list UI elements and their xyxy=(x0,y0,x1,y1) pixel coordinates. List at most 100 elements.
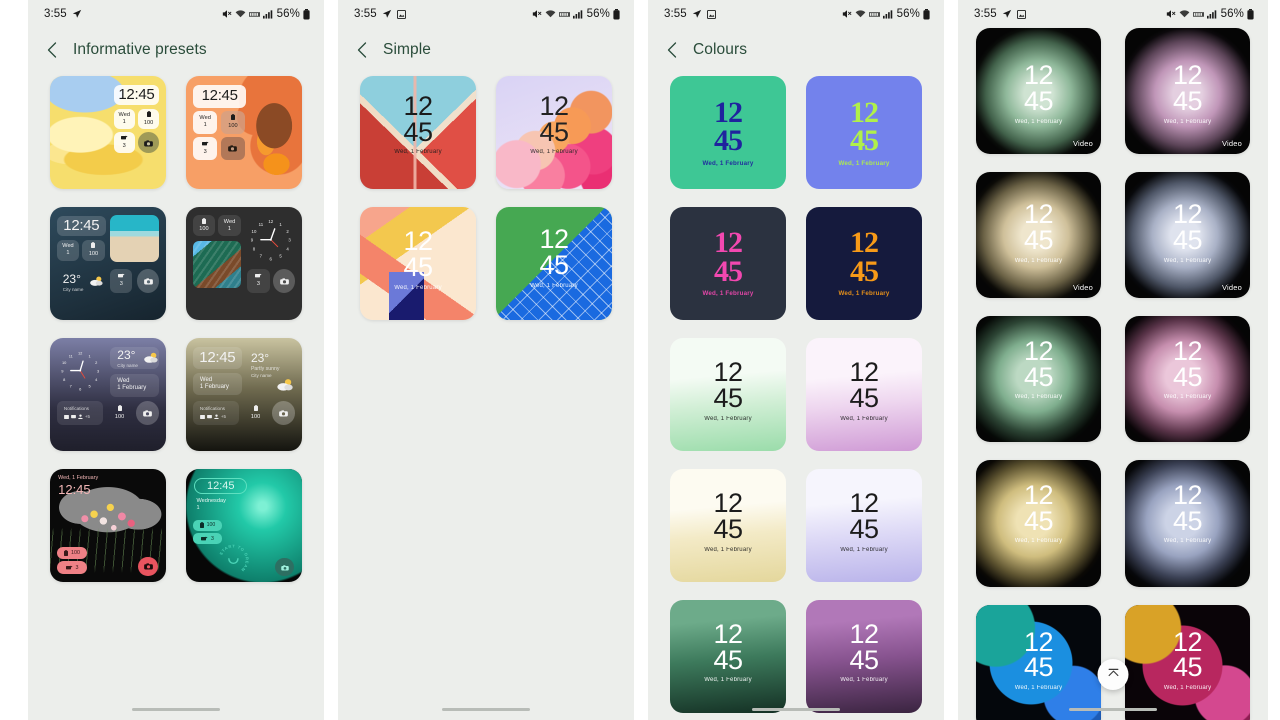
battery-glyph-icon xyxy=(117,404,122,414)
wallpaper-tile-yellow-swirl-preset[interactable]: 12:45 Wed 1 100 3 xyxy=(50,76,166,189)
wallpaper-tile-peach-diagonal-wallpaper[interactable]: 12 45 Wed, 1 February xyxy=(360,206,476,320)
svg-text:6: 6 xyxy=(270,256,273,261)
status-bar: 3:55 56% xyxy=(28,0,324,28)
camera-icon xyxy=(143,404,152,422)
wallpaper-tile-green-blue-grid-wallpaper[interactable]: 12 45 Wed, 1 February xyxy=(496,206,612,320)
preset-temperature: 23° xyxy=(117,347,136,362)
preset-day-number: 1 xyxy=(203,122,207,129)
preset-battery: 100 xyxy=(143,119,154,126)
battery-percent: 56% xyxy=(586,8,610,20)
phone-screen-featured: 3:55 56% Featured xyxy=(958,0,1268,720)
network-icon xyxy=(868,9,880,19)
wallpaper-tile-black-flowers-preset[interactable]: Wed, 1 February 12:45 100 3 xyxy=(50,468,166,582)
wallpaper-tile-beach-blue-preset[interactable]: 12:45 Wed 1 100 23° City name 3 xyxy=(50,206,166,320)
svg-text:11: 11 xyxy=(69,353,73,358)
circular-ring-text: START TO DREAM xyxy=(216,543,251,577)
screenshot-strip: 3:55 56% Informative presets 12:45 Wed 1… xyxy=(0,0,1280,720)
wallpaper-tile-dark-green-gradient-wallpaper[interactable]: 12 45 Wed, 1 February xyxy=(670,599,786,713)
status-time: 3:55 xyxy=(44,8,67,20)
wallpaper-tile-periwinkle-gradient-wallpaper[interactable]: 12 45 Wed, 1 February xyxy=(806,468,922,582)
wallpaper-tile-cyan-bubbles-wallpaper[interactable]: 12 45 Wed, 1 February xyxy=(976,604,1101,720)
wallpaper-tile-orange-dog-preset[interactable]: 12:45 Wed 1 100 3 xyxy=(186,76,302,189)
video-badge: Video xyxy=(1072,283,1093,293)
wallpaper-tile-green-orb-wallpaper[interactable]: 12 45 Wed, 1 February xyxy=(976,316,1101,443)
preset-time: 12:45 xyxy=(63,216,100,234)
wallpaper-tile-black-teal-orb-preset[interactable]: 12:45 Wednesday 1 100 3 START TO DREAM xyxy=(186,468,302,582)
preset-time: 12:45 xyxy=(118,85,155,103)
svg-text:11: 11 xyxy=(259,222,264,227)
signal-icon xyxy=(1206,9,1217,19)
mute-icon xyxy=(532,9,542,19)
preset-city: City name xyxy=(62,287,84,293)
status-bar: 3:55 56% xyxy=(958,0,1268,28)
svg-text:1: 1 xyxy=(280,222,283,227)
svg-text:START TO DREAM: START TO DREAM xyxy=(218,544,250,574)
scroll-to-top-button[interactable] xyxy=(1097,659,1129,690)
preset-day-number: 1 xyxy=(227,225,232,232)
wallpaper-tile-green-orb-video-wallpaper[interactable]: 12 45 Wed, 1 February Video xyxy=(976,28,1101,155)
preset-temperature: 23° xyxy=(250,351,270,366)
wallpaper-tile-steel-orb-video-wallpaper[interactable]: 12 45 Wed, 1 February Video xyxy=(1125,172,1250,299)
preset-day-label: Wed xyxy=(118,111,130,118)
back-button[interactable] xyxy=(44,42,59,58)
battery-icon xyxy=(923,8,930,20)
preset-time: 12:45 xyxy=(207,479,235,492)
camera-icon xyxy=(144,134,153,152)
status-bar: 3:55 56% xyxy=(648,0,944,28)
preset-time: 12:45 xyxy=(201,86,238,104)
wallpaper-tile-pink-orb-wallpaper[interactable]: 12 45 Wed, 1 February xyxy=(1125,316,1250,443)
preset-day-number: 1 xyxy=(122,118,126,125)
wallpaper-tile-olive-weather-preset[interactable]: 12:45 23° Partly sunny City name Wed 1 F… xyxy=(186,337,302,451)
wallpaper-tile-teal-red-roof-wallpaper[interactable]: 12 45 Wed, 1 February xyxy=(360,76,476,189)
wallpaper-tile-sand-orb-video-wallpaper[interactable]: 12 45 Wed, 1 February Video xyxy=(976,172,1101,299)
wallpaper-tile-lilac-gradient-wallpaper[interactable]: 12 45 Wed, 1 February xyxy=(806,337,922,451)
back-button[interactable] xyxy=(664,42,679,58)
navigation-arrow-icon xyxy=(1002,9,1012,19)
wallpaper-tile-magenta-bubbles-wallpaper[interactable]: 12 45 Wed, 1 February xyxy=(1125,604,1250,720)
page-title: Simple xyxy=(383,41,431,58)
wallpaper-tile-cream-gradient-wallpaper[interactable]: 12 45 Wed, 1 February xyxy=(670,468,786,582)
battery-percent: 56% xyxy=(896,8,920,20)
svg-text:3: 3 xyxy=(289,238,292,243)
wallpaper-tile-plum-gradient-wallpaper[interactable]: 12 45 Wed, 1 February xyxy=(806,599,922,713)
chevron-left-icon xyxy=(357,42,367,58)
notification-glyph-icon xyxy=(254,273,262,281)
analog-clock-face: 12 1 2 3 45 6 78 9 10 11 xyxy=(247,216,295,263)
battery-glyph-icon xyxy=(201,217,206,227)
wallpaper-tile-mint-gradient-wallpaper[interactable]: 12 45 Wed, 1 February xyxy=(670,337,786,451)
wallpaper-tile-navy-orange-colour-wallpaper[interactable]: 12 45 Wed, 1 February xyxy=(806,206,922,320)
wallpaper-tile-purple-analog-weather-preset[interactable]: 12 1 2 345 678 9 10 11 23° City name Wed… xyxy=(50,337,166,451)
svg-text:10: 10 xyxy=(252,229,257,234)
wallpaper-tile-periwinkle-lime-colour-wallpaper[interactable]: 12 45 Wed, 1 February xyxy=(806,76,922,189)
preset-battery: 100 xyxy=(250,413,261,420)
preset-day-block: Wednesday 1 xyxy=(196,498,225,513)
app-bar: Informative presets xyxy=(28,28,324,72)
preset-battery: 100 xyxy=(114,413,125,420)
battery-glyph-icon xyxy=(253,404,258,414)
wallpaper-tile-green-navy-colour-wallpaper[interactable]: 12 45 Wed, 1 February xyxy=(670,76,786,189)
svg-text:3: 3 xyxy=(97,368,100,373)
phone-screen-simple: 3:55 56% Simple 12 45 Wed, 1 February 12… xyxy=(338,0,634,720)
screenshot-icon xyxy=(706,9,716,19)
wallpaper-tile-mauve-orb-video-wallpaper[interactable]: 12 45 Wed, 1 February Video xyxy=(1125,28,1250,155)
screenshot-icon xyxy=(396,9,406,19)
svg-text:8: 8 xyxy=(253,247,256,252)
wifi-icon xyxy=(855,9,866,19)
preset-city: City name xyxy=(250,372,272,378)
preset-notif-pill: 3 xyxy=(56,561,88,574)
svg-text:10: 10 xyxy=(62,360,67,365)
wallpaper-grid: 12 45 Wed, 1 February Video 12 45 Wed, 1 Feb… xyxy=(958,28,1268,720)
preset-notif-count: 3 xyxy=(203,148,207,155)
network-icon xyxy=(558,9,570,19)
preset-notif-count: 3 xyxy=(256,281,261,288)
back-button[interactable] xyxy=(354,42,369,58)
wallpaper-tile-blue-grey-orb-wallpaper[interactable]: 12 45 Wed, 1 February xyxy=(1125,460,1250,587)
wallpaper-tile-gold-orb-wallpaper[interactable]: 12 45 Wed, 1 February xyxy=(976,460,1101,587)
wallpaper-tile-lilac-clouds-wallpaper[interactable]: 12 45 Wed, 1 February xyxy=(496,76,612,189)
camera-icon xyxy=(279,272,289,290)
mute-icon xyxy=(222,9,232,19)
wallpaper-tile-dark-analog-clock-preset[interactable]: 100 Wed 1 12 1 2 345 678 9 10 11 3 xyxy=(186,206,302,320)
home-indicator xyxy=(132,707,220,711)
wallpaper-tile-charcoal-pink-colour-wallpaper[interactable]: 12 45 Wed, 1 February xyxy=(670,206,786,320)
wifi-icon xyxy=(1179,9,1190,19)
